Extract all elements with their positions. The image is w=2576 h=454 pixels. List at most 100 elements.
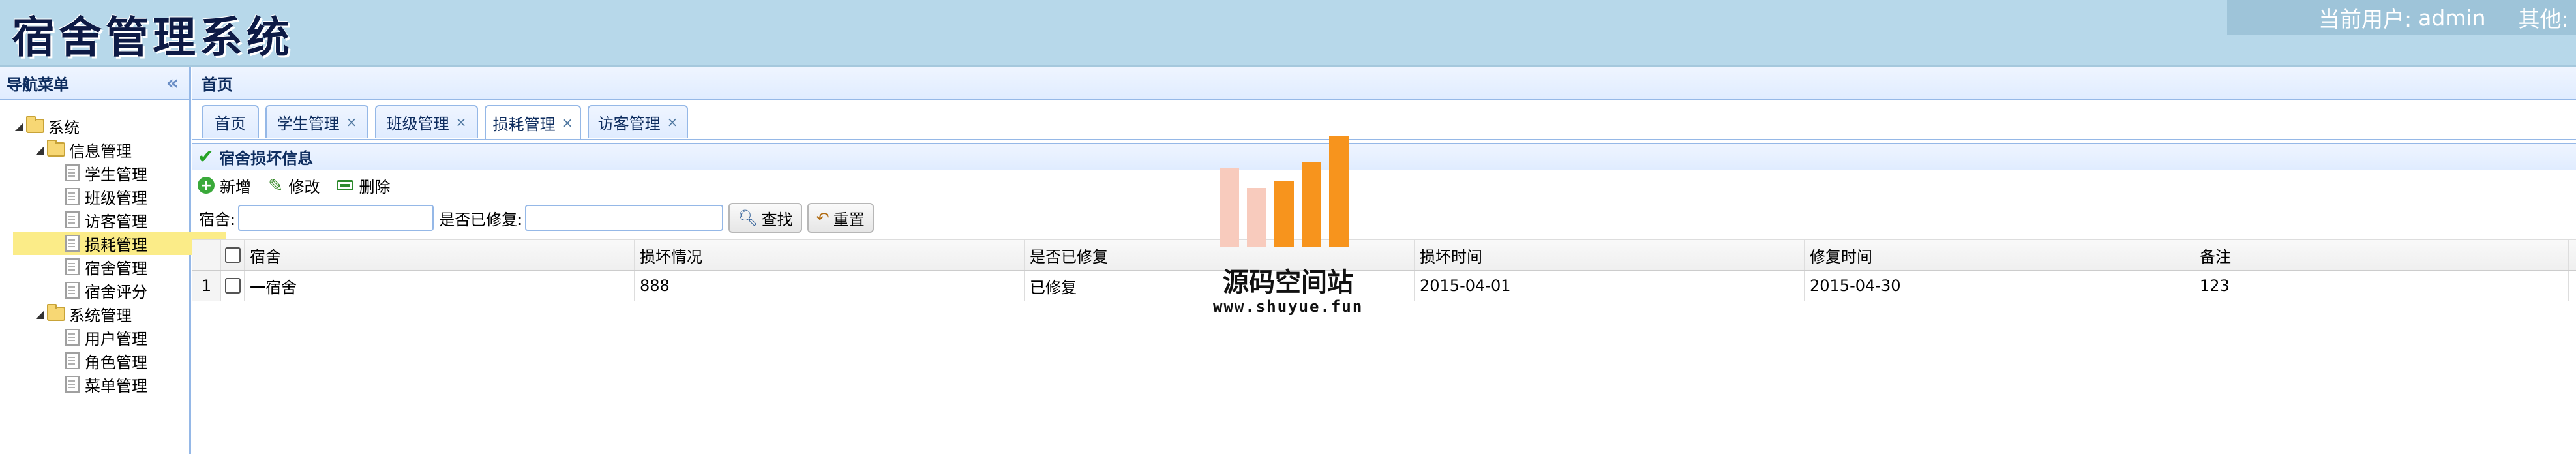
close-icon[interactable]: × xyxy=(346,114,357,130)
expand-triangle-icon[interactable]: ◢ xyxy=(12,120,26,132)
row-number: 1 xyxy=(192,271,221,301)
table-cell: 888 xyxy=(635,271,1025,301)
sidebar-item-label: 信息管理 xyxy=(69,142,132,160)
sidebar-item-label: 用户管理 xyxy=(85,329,147,348)
file-icon xyxy=(65,188,80,205)
panel-title: 宿舍损坏信息 xyxy=(219,149,314,168)
row-number-header xyxy=(192,240,221,270)
sidebar-item-page[interactable]: 角色管理 xyxy=(65,349,147,372)
sidebar-item-page[interactable]: 用户管理 xyxy=(65,325,147,349)
column-header[interactable]: 宿舍 xyxy=(245,240,635,270)
folder-icon xyxy=(26,116,44,133)
check-icon: ✔ xyxy=(198,145,215,168)
data-grid: 宿舍 损坏情况 是否已修复 损坏时间 修复时间 备注 1 一宿舍 888 已修复 2015-04-… xyxy=(192,239,2576,301)
sidebar-item-page[interactable]: 宿舍管理 xyxy=(65,255,147,279)
app-header: 宿舍管理系统 当前用户: admin 其他: xyxy=(0,0,2576,67)
column-header[interactable]: 备注 xyxy=(2194,240,2569,270)
delete-label: 删除 xyxy=(359,177,391,196)
current-user-label: 当前用户: xyxy=(2318,7,2412,32)
file-icon xyxy=(65,282,80,299)
watermark-logo xyxy=(1220,130,1356,247)
tab-4[interactable]: 访客管理 × xyxy=(588,105,688,138)
sidebar-item-folder[interactable]: ◢ 系统管理 xyxy=(33,302,132,325)
file-icon xyxy=(65,164,80,181)
undo-icon: ↶ xyxy=(816,209,830,227)
sidebar-item-folder[interactable]: ◢ 信息管理 xyxy=(33,138,132,161)
sidebar-item-label: 角色管理 xyxy=(85,353,147,372)
sidebar-item-label: 学生管理 xyxy=(85,165,147,184)
reset-label: 重置 xyxy=(833,210,865,229)
select-all-checkbox-cell xyxy=(221,240,245,270)
sidebar-item-label: 损耗管理 xyxy=(85,235,147,254)
add-button[interactable]: + 新增 xyxy=(198,174,251,197)
dorm-label: 宿舍: xyxy=(199,210,236,229)
logo-bar xyxy=(1329,136,1349,247)
column-header[interactable]: 修复时间 xyxy=(1805,240,2194,270)
expand-triangle-icon[interactable]: ◢ xyxy=(33,308,47,320)
sidebar-header: 导航菜单 « xyxy=(0,67,189,100)
sidebar-item-page[interactable]: 菜单管理 xyxy=(65,372,147,396)
folder-icon xyxy=(47,140,65,157)
table-cell: 一宿舍 xyxy=(245,271,635,301)
close-icon[interactable]: × xyxy=(456,114,467,130)
tab-label: 班级管理 xyxy=(386,114,449,133)
grid-body: 1 一宿舍 888 已修复 2015-04-01 2015-04-30 123 xyxy=(192,271,2576,301)
close-icon[interactable]: × xyxy=(562,115,573,130)
logo-bar xyxy=(1274,181,1294,247)
find-button[interactable]: 🔍︎ 查找 xyxy=(728,203,802,233)
magnifier-icon: 🔍︎ xyxy=(738,209,758,227)
other-label: 其他: xyxy=(2518,7,2569,32)
main-area: 首页 首页 学生管理 × 班级管理 × 损耗管理 × 访客管理 × ✔ 宿舍损坏信息 + 新增 … xyxy=(192,67,2576,454)
tab-0[interactable]: 首页 xyxy=(202,105,259,138)
sidebar-item-page[interactable]: 学生管理 xyxy=(65,161,147,185)
sidebar-item-label: 菜单管理 xyxy=(85,376,147,395)
sidebar-item-label: 班级管理 xyxy=(85,189,147,207)
sidebar-item-label: 宿舍评分 xyxy=(85,282,147,301)
select-all-checkbox[interactable] xyxy=(224,247,241,263)
sidebar-item-label: 系统 xyxy=(48,118,80,137)
add-icon: + xyxy=(198,177,215,194)
close-icon[interactable]: × xyxy=(667,114,678,130)
collapse-icon[interactable]: « xyxy=(166,72,179,95)
sidebar-item-label: 宿舍管理 xyxy=(85,259,147,278)
toolbar: + 新增 ✎ 修改 删除 xyxy=(192,170,2576,200)
table-row[interactable]: 1 一宿舍 888 已修复 2015-04-01 2015-04-30 123 xyxy=(192,271,2576,301)
delete-button[interactable]: 删除 xyxy=(337,174,390,197)
sidebar-item-page[interactable]: 宿舍评分 xyxy=(65,279,147,302)
expand-triangle-icon[interactable]: ◢ xyxy=(33,144,47,156)
repaired-label: 是否已修复: xyxy=(439,210,523,229)
dorm-search-input[interactable] xyxy=(238,205,434,231)
reset-button[interactable]: ↶ 重置 xyxy=(807,203,874,233)
current-user-name: admin xyxy=(2418,5,2486,31)
sidebar-item-folder[interactable]: ◢ 系统 xyxy=(12,114,80,138)
user-info-bar: 当前用户: admin 其他: xyxy=(2227,0,2576,35)
grid-header: 宿舍 损坏情况 是否已修复 损坏时间 修复时间 备注 xyxy=(192,240,2576,271)
table-cell: 2015-04-01 xyxy=(1415,271,1805,301)
tab-strip: 首页 学生管理 × 班级管理 × 损耗管理 × 访客管理 × xyxy=(192,100,2576,140)
logo-bar xyxy=(1247,188,1266,247)
search-bar: 宿舍: 是否已修复: 🔍︎ 查找 ↶ 重置 xyxy=(192,200,2576,235)
tab-label: 损耗管理 xyxy=(492,115,556,134)
find-label: 查找 xyxy=(761,210,793,229)
file-icon xyxy=(65,235,80,252)
table-cell: 2015-04-30 xyxy=(1805,271,2194,301)
tab-3[interactable]: 损耗管理 × xyxy=(485,105,581,139)
repaired-search-input[interactable] xyxy=(525,205,724,231)
tab-1[interactable]: 学生管理 × xyxy=(265,105,368,138)
sidebar-item-page[interactable]: 班级管理 xyxy=(65,185,147,208)
row-checkbox-cell xyxy=(221,271,245,301)
sidebar-item-page[interactable]: 访客管理 xyxy=(65,208,147,232)
panel-header: ✔ 宿舍损坏信息 xyxy=(192,143,2576,170)
file-icon xyxy=(65,376,80,393)
column-header[interactable]: 损坏时间 xyxy=(1415,240,1805,270)
row-checkbox[interactable] xyxy=(224,278,241,294)
file-icon xyxy=(65,258,80,275)
column-header[interactable]: 损坏情况 xyxy=(635,240,1025,270)
remove-icon xyxy=(337,180,354,190)
watermark-url: www.shuyue.fun xyxy=(1213,297,1364,316)
sidebar-item-label: 系统管理 xyxy=(69,306,132,325)
tab-2[interactable]: 班级管理 × xyxy=(375,105,478,138)
watermark: 源码空间站 www.shuyue.fun xyxy=(1213,130,1363,320)
edit-button[interactable]: ✎ 修改 xyxy=(268,174,320,197)
sidebar: 导航菜单 « ◢ 系统 ◢ 信息管理 学生管理 班级管理 访客管理 损耗管理 宿舍管理 宿舍评分 ◢… xyxy=(0,67,226,454)
